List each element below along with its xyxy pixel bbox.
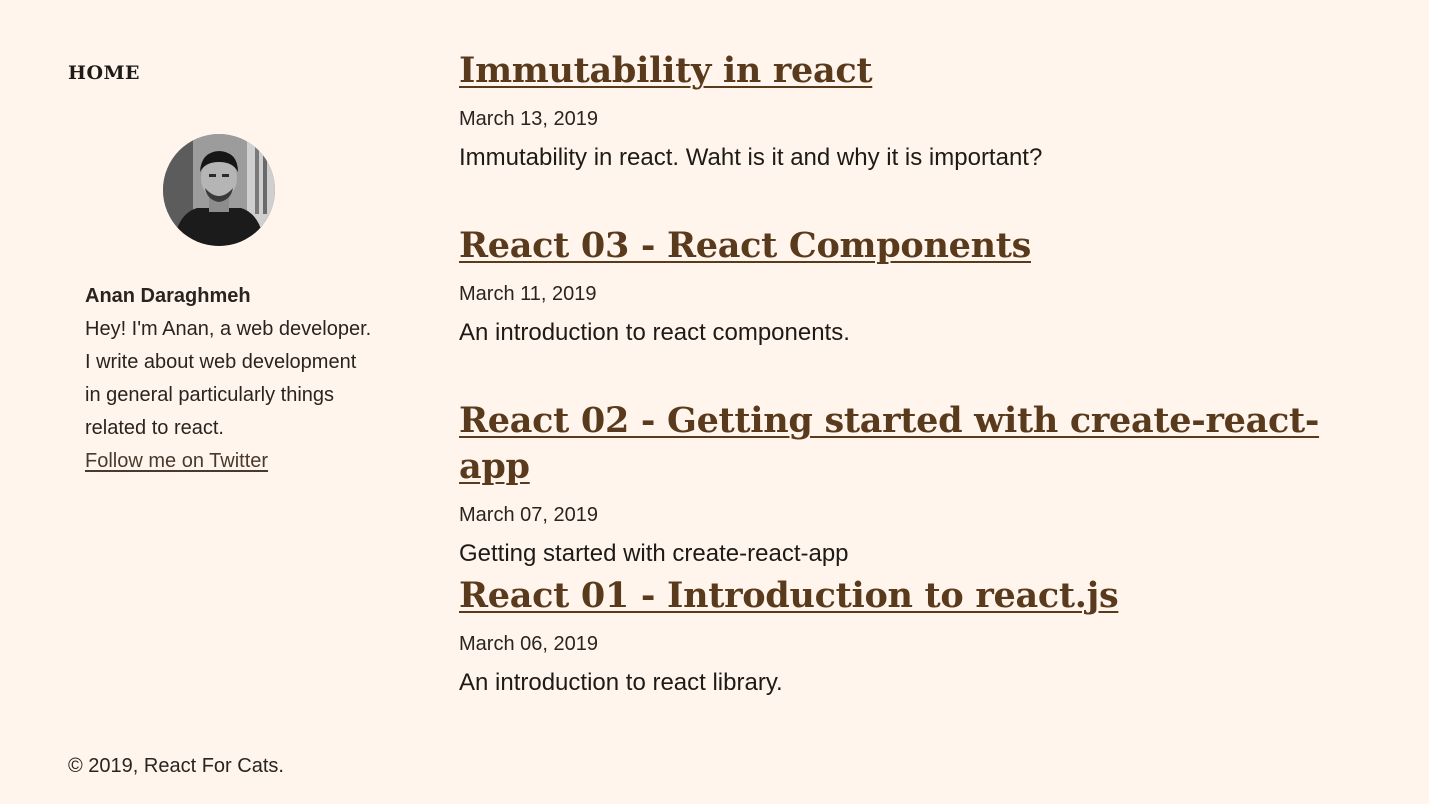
author-bio: Anan Daraghmeh Hey! I'm Anan, a web deve… xyxy=(85,280,375,478)
sidebar: HOME Anan Daraghmeh Hey! I'm Anan, a web… xyxy=(68,62,378,472)
post-item: Immutability in react March 13, 2019 Imm… xyxy=(459,48,1389,223)
copyright-text: © 2019, React For Cats. xyxy=(68,755,284,777)
post-excerpt: An introduction to react library. xyxy=(459,669,783,696)
post-date: March 07, 2019 xyxy=(459,504,598,526)
post-title-link[interactable]: React 03 - React Components xyxy=(459,223,1031,269)
post-excerpt: An introduction to react components. xyxy=(459,319,850,346)
post-title-link[interactable]: React 02 - Getting started with create-r… xyxy=(459,398,1389,490)
author-name: Anan Daraghmeh xyxy=(85,285,251,307)
post-item: React 01 - Introduction to react.js Marc… xyxy=(459,573,1389,748)
twitter-link[interactable]: Follow me on Twitter xyxy=(85,450,268,472)
post-excerpt: Getting started with create-react-app xyxy=(459,540,849,567)
post-date: March 11, 2019 xyxy=(459,283,597,305)
home-link[interactable]: HOME xyxy=(68,62,140,84)
author-avatar xyxy=(163,134,275,246)
post-title-link[interactable]: React 01 - Introduction to react.js xyxy=(459,573,1119,619)
post-date: March 06, 2019 xyxy=(459,633,598,655)
post-date: March 13, 2019 xyxy=(459,108,598,130)
post-title-link[interactable]: Immutability in react xyxy=(459,48,873,94)
author-photo-icon xyxy=(163,134,275,246)
post-item: React 03 - React Components March 11, 20… xyxy=(459,223,1389,398)
post-excerpt: Immutability in react. Waht is it and wh… xyxy=(459,144,1043,171)
author-description: Hey! I'm Anan, a web developer. I write … xyxy=(85,318,372,439)
post-list: Immutability in react March 13, 2019 Imm… xyxy=(459,48,1389,748)
post-item: React 02 - Getting started with create-r… xyxy=(459,398,1389,573)
footer: © 2019, React For Cats. xyxy=(68,752,284,780)
